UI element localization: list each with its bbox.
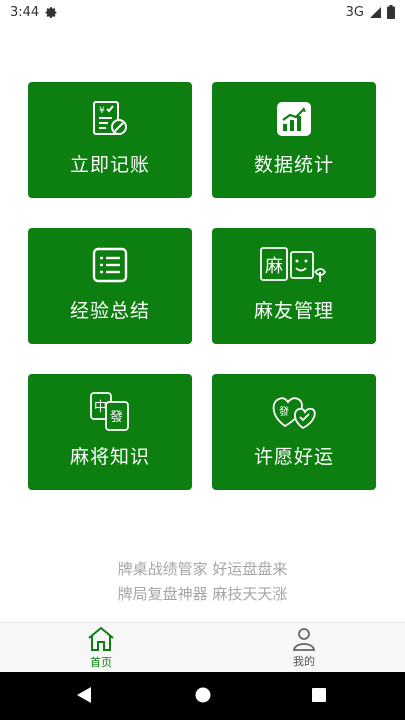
tab-home[interactable]: 首页 bbox=[71, 623, 131, 673]
svg-text:發: 發 bbox=[110, 410, 123, 425]
tile-label: 立即记账 bbox=[69, 154, 150, 176]
signal-icon bbox=[370, 6, 381, 18]
status-time: 3:44 bbox=[10, 4, 40, 20]
tile-experience-summary[interactable]: 经验总结 bbox=[28, 228, 192, 344]
tile-icon-wrap: ¥ bbox=[90, 98, 130, 140]
status-left: 3:44 bbox=[10, 5, 58, 20]
svg-text:發: 發 bbox=[279, 405, 289, 418]
checklist-icon bbox=[92, 247, 128, 283]
tile-label: 数据统计 bbox=[253, 154, 334, 176]
user-icon bbox=[292, 628, 316, 651]
tile-make-a-wish[interactable]: 發 许愿好运 bbox=[212, 374, 376, 490]
tile-icon-wrap bbox=[91, 244, 129, 286]
bar-chart-icon bbox=[277, 102, 311, 136]
tile-mahjong-knowledge[interactable]: 中 發 麻将知识 bbox=[28, 374, 192, 490]
tile-icon-wrap bbox=[275, 98, 313, 140]
hearts-icon: 發 bbox=[272, 397, 316, 430]
tile-label: 许愿好运 bbox=[253, 446, 334, 468]
tile-icon-wrap: 麻 bbox=[259, 244, 329, 286]
tile-icon-wrap: 發 bbox=[269, 390, 319, 432]
ledger-pen-icon: ¥ bbox=[93, 101, 127, 135]
mahjong-friends-icon: 麻 bbox=[260, 247, 327, 282]
back-icon[interactable] bbox=[76, 686, 92, 704]
network-type: 3G bbox=[345, 4, 364, 20]
mahjong-tiles-icon: 中 發 bbox=[90, 392, 129, 431]
recents-icon[interactable] bbox=[311, 687, 327, 703]
slogan-line-1: 牌桌战绩管家 好运盘盘来 bbox=[117, 560, 288, 578]
tab-mine[interactable]: 我的 bbox=[274, 623, 334, 673]
battery-icon bbox=[387, 5, 395, 19]
tile-record-account[interactable]: ¥ 立即记账 bbox=[28, 82, 192, 198]
svg-text:中: 中 bbox=[94, 400, 107, 415]
home-icon bbox=[88, 626, 114, 651]
system-navigation-bar bbox=[0, 672, 405, 720]
tile-data-statistics[interactable]: 数据统计 bbox=[212, 82, 376, 198]
tile-label: 经验总结 bbox=[69, 300, 150, 322]
svg-text:麻: 麻 bbox=[265, 256, 283, 277]
tab-mine-label: 我的 bbox=[293, 655, 315, 668]
home-circle-icon[interactable] bbox=[194, 686, 212, 704]
bottom-tab-bar: 首页 我的 bbox=[0, 622, 405, 672]
svg-text:¥: ¥ bbox=[99, 106, 105, 116]
settings-gear-icon bbox=[45, 6, 57, 18]
tab-home-label: 首页 bbox=[90, 656, 112, 669]
status-right: 3G bbox=[346, 5, 395, 20]
tile-label: 麻友管理 bbox=[253, 300, 334, 322]
tile-mahjong-friends[interactable]: 麻 麻友管理 bbox=[212, 228, 376, 344]
slogan-line-2: 牌局复盘神器 麻技天天涨 bbox=[117, 585, 288, 603]
tile-icon-wrap: 中 發 bbox=[88, 390, 132, 432]
tile-label: 麻将知识 bbox=[69, 446, 150, 468]
status-bar: 3:44 3G bbox=[0, 0, 405, 24]
